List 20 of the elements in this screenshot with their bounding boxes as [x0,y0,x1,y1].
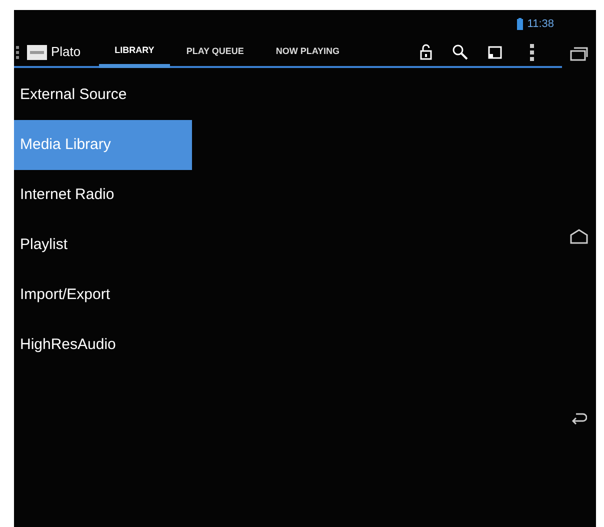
app-title: Plato [51,43,81,62]
search-icon[interactable] [452,44,468,60]
menu-item[interactable]: Playlist [14,220,192,270]
home-icon[interactable] [570,229,588,244]
tab[interactable]: NOW PLAYING [260,38,356,66]
overflow-dots-icon [16,46,19,58]
tab[interactable]: LIBRARY [98,38,170,68]
menu-item[interactable]: External Source [14,70,192,120]
menu-item[interactable]: Import/Export [14,270,192,320]
menu-item[interactable]: HighResAudio [14,320,192,370]
tab[interactable]: PLAY QUEUE [170,38,260,66]
app-logo-icon [27,44,47,60]
battery-icon [517,18,524,30]
menu-item[interactable]: Internet Radio [14,170,192,220]
recent-apps-icon[interactable] [570,46,588,61]
more-options-icon[interactable] [530,44,534,60]
clock: 11:38 [527,16,554,32]
lock-icon[interactable] [420,44,432,60]
cast-icon[interactable] [488,46,502,58]
back-icon[interactable] [571,412,587,427]
